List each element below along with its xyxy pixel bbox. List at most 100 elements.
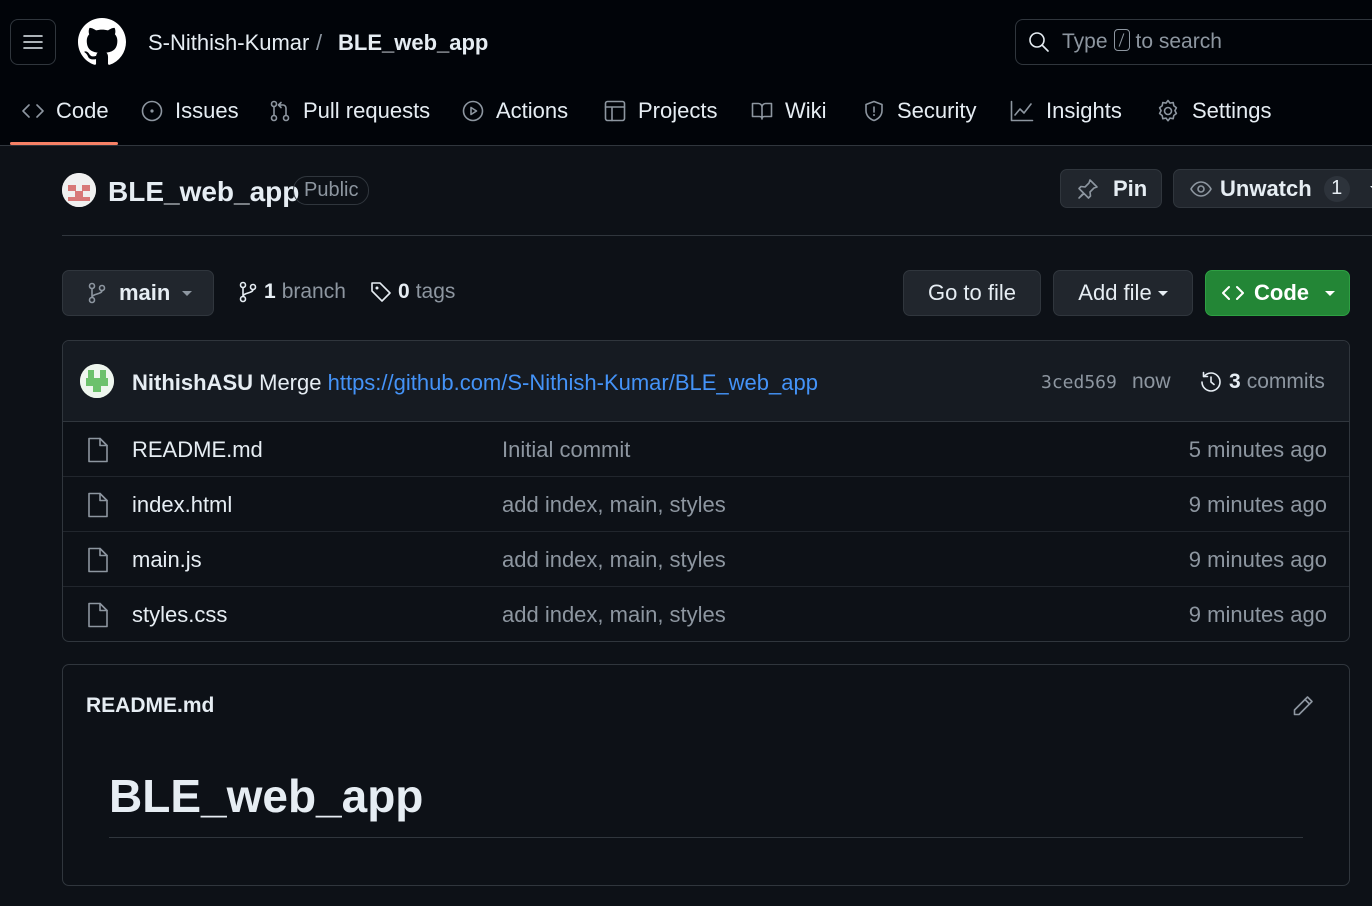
global-header: S-Nithish-Kumar / BLE_web_app Type to se… — [0, 0, 1372, 146]
file-icon — [88, 492, 108, 518]
search-placeholder-end: to search — [1135, 30, 1222, 53]
file-icon — [88, 602, 108, 628]
git-branch-icon — [239, 281, 257, 303]
add-file-label: Add file — [1078, 280, 1152, 305]
github-logo-icon[interactable] — [78, 18, 126, 66]
tab-code[interactable]: Code — [22, 88, 109, 134]
file-row[interactable]: README.md Initial commit 5 minutes ago — [63, 422, 1349, 477]
commit-author[interactable]: NithishASU — [132, 370, 253, 395]
commit-count: 3 — [1229, 370, 1241, 393]
tab-label: Settings — [1192, 98, 1272, 123]
readme-panel: README.md BLE_web_app — [62, 664, 1350, 886]
tab-label: Security — [897, 98, 977, 123]
file-commit-message[interactable]: add index, main, styles — [502, 492, 726, 518]
branch-word: branch — [281, 280, 346, 303]
code-label: Code — [1254, 280, 1309, 305]
chevron-down-icon — [1157, 290, 1168, 296]
file-row[interactable]: styles.css add index, main, styles 9 min… — [63, 587, 1349, 641]
unwatch-button[interactable]: Unwatch 1 — [1173, 169, 1372, 208]
file-name[interactable]: README.md — [132, 437, 263, 463]
commit-word: commits — [1246, 370, 1325, 393]
code-icon — [22, 104, 44, 118]
file-commit-message[interactable]: add index, main, styles — [502, 602, 726, 628]
tab-actions[interactable]: Actions — [462, 88, 568, 134]
tab-insights[interactable]: Insights — [1010, 88, 1122, 134]
identicon-icon — [80, 364, 114, 398]
pin-label: Pin — [1113, 175, 1148, 201]
repo-title[interactable]: BLE_web_app — [108, 176, 299, 208]
tab-wiki[interactable]: Wiki — [751, 88, 827, 134]
file-list: NithishASU Merge https://github.com/S-Ni… — [62, 340, 1350, 642]
readme-title[interactable]: README.md — [86, 694, 214, 718]
tab-label: Actions — [496, 98, 569, 123]
file-age: 9 minutes ago — [1188, 602, 1327, 627]
breadcrumb-separator: / — [316, 30, 323, 55]
latest-commit-bar: NithishASU Merge https://github.com/S-Ni… — [63, 341, 1349, 422]
tab-settings[interactable]: Settings — [1156, 88, 1272, 134]
repo-nav-tabs: Code Issues Pull requests Actions Projec… — [0, 88, 1372, 134]
commit-message-link[interactable]: https://github.com/S-Nithish-Kumar/BLE_w… — [328, 370, 818, 395]
table-icon — [604, 100, 626, 122]
code-dropdown-button[interactable]: Code — [1205, 270, 1350, 316]
file-row[interactable]: index.html add index, main, styles 9 min… — [63, 477, 1349, 532]
branch-select-button[interactable]: main — [62, 270, 214, 316]
slash-key-icon — [1113, 29, 1130, 51]
file-commit-message[interactable]: Initial commit — [502, 437, 630, 463]
eye-icon — [1190, 180, 1212, 197]
watch-count: 1 — [1323, 175, 1350, 202]
go-to-file-label: Go to file — [927, 280, 1017, 305]
shield-icon — [865, 100, 883, 122]
commit-sha[interactable]: 3ced569 — [1041, 372, 1117, 393]
menu-button[interactable] — [10, 19, 56, 65]
owner-avatar[interactable] — [62, 173, 96, 207]
play-icon — [462, 100, 484, 122]
file-name[interactable]: styles.css — [132, 602, 227, 628]
readme-heading-rule — [109, 837, 1303, 838]
tab-pull-requests[interactable]: Pull requests — [269, 88, 430, 134]
file-row[interactable]: main.js add index, main, styles 9 minute… — [63, 532, 1349, 587]
breadcrumb-repo[interactable]: BLE_web_app — [338, 30, 488, 56]
file-icon — [88, 437, 108, 463]
tags-link[interactable]: 0 tags — [370, 280, 455, 304]
visibility-badge: Public — [293, 176, 370, 205]
selected-tab-indicator — [10, 142, 118, 145]
go-to-file-button[interactable]: Go to file — [903, 270, 1041, 316]
tab-issues[interactable]: Issues — [141, 88, 239, 134]
add-file-button[interactable]: Add file — [1053, 270, 1193, 316]
tab-projects[interactable]: Projects — [604, 88, 717, 134]
file-age: 9 minutes ago — [1188, 547, 1327, 572]
chevron-down-icon — [182, 290, 193, 296]
book-icon — [751, 102, 773, 120]
pencil-icon[interactable] — [1291, 694, 1315, 718]
pin-button[interactable]: Pin — [1060, 169, 1162, 208]
tab-security[interactable]: Security — [863, 88, 976, 134]
tab-label: Issues — [175, 98, 239, 123]
identicon-icon — [62, 173, 96, 207]
file-name[interactable]: index.html — [132, 492, 232, 518]
hamburger-icon — [23, 35, 43, 49]
tag-icon — [371, 282, 391, 302]
file-age: 9 minutes ago — [1188, 492, 1327, 517]
chevron-down-icon — [1325, 290, 1335, 296]
branches-link[interactable]: 1 branch — [238, 280, 346, 304]
commit-message: NithishASU Merge https://github.com/S-Ni… — [132, 370, 818, 396]
tab-label: Projects — [638, 98, 718, 123]
branch-count: 1 — [264, 280, 276, 303]
commit-time: now — [1132, 370, 1171, 393]
pin-icon — [1078, 178, 1098, 199]
tab-label: Wiki — [785, 98, 827, 123]
tab-label: Insights — [1046, 98, 1122, 123]
graph-icon — [1010, 100, 1034, 122]
search-input[interactable]: Type to search — [1015, 19, 1372, 65]
history-icon — [1201, 371, 1221, 392]
file-commit-message[interactable]: add index, main, styles — [502, 547, 726, 573]
breadcrumb-owner[interactable]: S-Nithish-Kumar — [148, 30, 309, 56]
tag-word: tags — [415, 280, 456, 303]
committer-avatar[interactable] — [80, 364, 114, 398]
file-name[interactable]: main.js — [132, 547, 202, 573]
tab-label: Code — [56, 98, 109, 123]
commits-history-link[interactable]: 3 commits — [1199, 370, 1325, 394]
file-age: 5 minutes ago — [1188, 437, 1327, 462]
git-pull-request-icon — [270, 100, 290, 122]
git-branch-icon — [88, 282, 106, 304]
